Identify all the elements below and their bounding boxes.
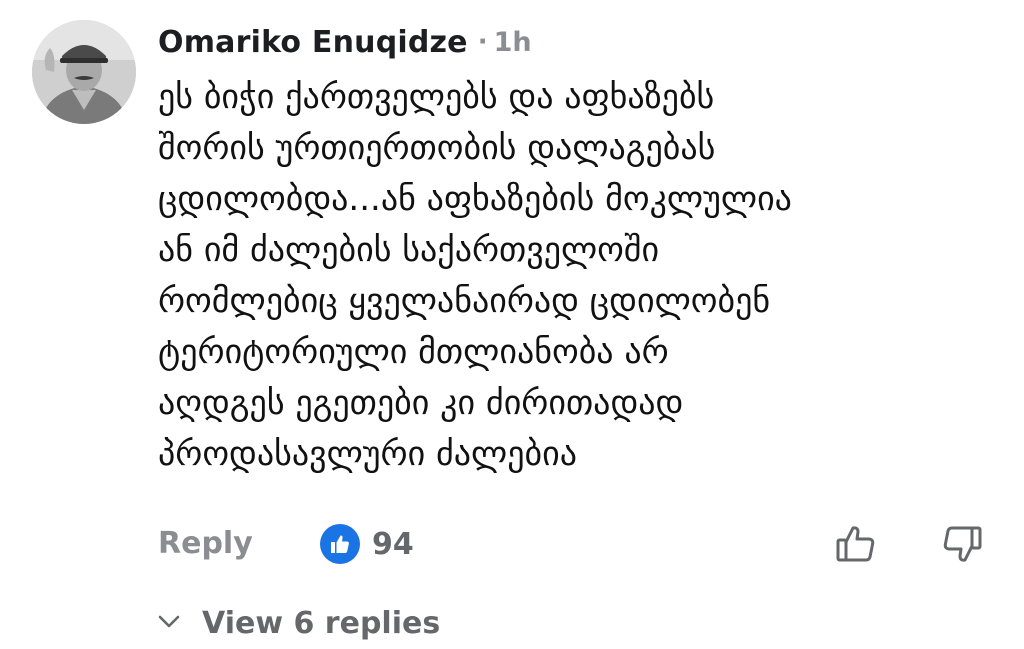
- reply-button[interactable]: Reply: [158, 526, 253, 561]
- comment-item: Omariko Enuqidze · 1h ეს ბიჭი ქართველებს…: [0, 0, 1024, 649]
- like-reaction-icon: [320, 524, 360, 564]
- view-replies-button[interactable]: View 6 replies: [158, 606, 440, 641]
- thumbs-up-icon[interactable]: [834, 522, 878, 570]
- comment-body-line: ეს ბიჭი ქართველებს და აფხაზებს: [158, 77, 715, 117]
- author-name[interactable]: Omariko Enuqidze: [158, 25, 468, 60]
- comment-body-line: პროდასავლური ძალებია: [158, 434, 577, 474]
- meta-separator: ·: [477, 27, 488, 57]
- comment-body-line: ცდილობდა...ან აფხაზების მოკლულია: [158, 179, 792, 219]
- comment-body-line: შორის ურთიერთობის დალაგებას: [158, 128, 716, 168]
- comment-body: ეს ბიჭი ქართველებს და აფხაზებს შორის ურთ…: [158, 72, 1008, 480]
- comment-actions: Reply 94: [158, 520, 988, 574]
- comment-body-line: აღდგეს ეგეთები კი ძირითადად: [158, 383, 684, 423]
- view-replies-label: View 6 replies: [202, 606, 441, 641]
- avatar[interactable]: [32, 20, 136, 124]
- avatar-photo: [32, 20, 136, 124]
- comment-body-line: რომლებიც ყველანაირად ცდილობენ: [158, 281, 771, 321]
- reaction-summary[interactable]: 94: [320, 524, 414, 564]
- comment-body-line: ან იმ ძალების საქართველოში: [158, 230, 660, 270]
- comment-body-line: ტერიტორიული მთლიანობა არ: [158, 332, 669, 372]
- reaction-count: 94: [372, 526, 414, 562]
- thumbs-down-icon[interactable]: [940, 522, 984, 570]
- comment-header: Omariko Enuqidze · 1h: [158, 20, 532, 64]
- chevron-down-icon: [158, 614, 180, 633]
- timestamp[interactable]: 1h: [494, 27, 532, 58]
